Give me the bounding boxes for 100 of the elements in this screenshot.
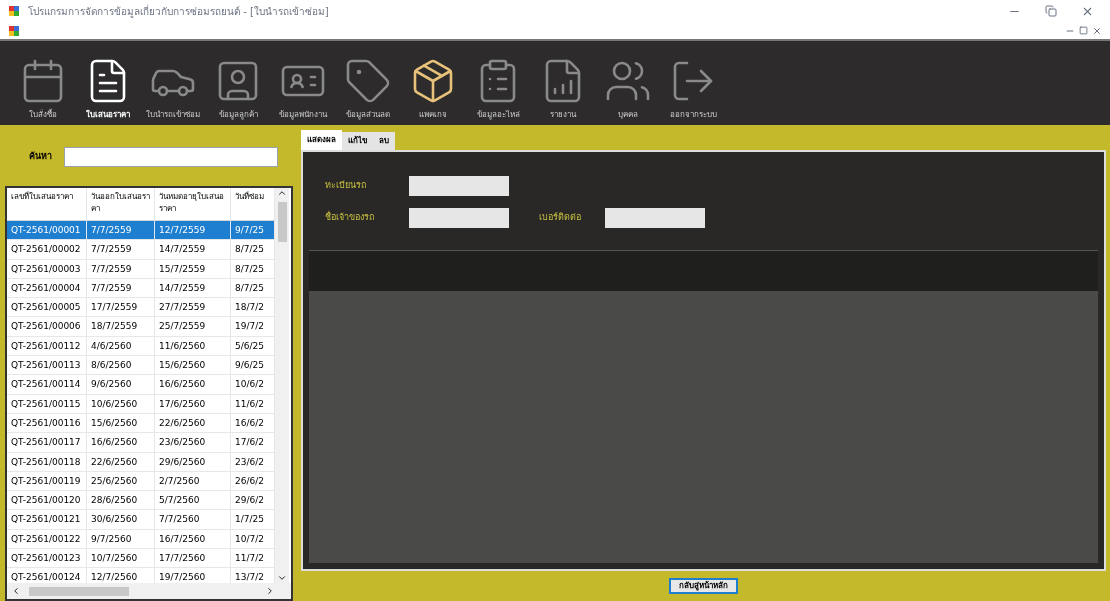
table-row[interactable]: QT-2561/00112 4/6/2560 11/6/2560 5/6/25 xyxy=(7,336,275,357)
table-cell: QT-2561/00122 xyxy=(7,529,87,549)
table-cell: QT-2561/00116 xyxy=(7,413,87,433)
table-cell: 25/6/2560 xyxy=(87,471,155,491)
table-cell: 12/7/2559 xyxy=(155,221,231,240)
toolbar-button[interactable]: ออกจากระบบ xyxy=(662,57,724,121)
table-cell: 22/6/2560 xyxy=(155,413,231,433)
table-cell: 23/6/2560 xyxy=(155,433,231,452)
table-cell: 8/6/2560 xyxy=(87,356,155,375)
restore-icon[interactable] xyxy=(1045,4,1057,17)
app-icon xyxy=(8,24,20,37)
toolbar-button[interactable]: ข้อมูลอะไหล่ xyxy=(467,57,529,121)
table-cell: 7/7/2559 xyxy=(87,259,155,278)
table-cell: 16/6/2560 xyxy=(87,433,155,452)
restore-icon[interactable] xyxy=(1079,25,1088,35)
table-cell: QT-2561/00002 xyxy=(7,240,87,259)
table-cell: 9/7/2560 xyxy=(87,529,155,549)
table-cell: 25/7/2559 xyxy=(155,317,231,336)
table-cell: 14/7/2559 xyxy=(155,240,231,259)
input-field[interactable] xyxy=(409,208,509,228)
scrollbar-thumb[interactable] xyxy=(277,202,287,242)
table-cell: QT-2561/00120 xyxy=(7,491,87,510)
field-label: ชื่อเจ้าของรถ xyxy=(325,211,375,225)
table-cell: QT-2561/00123 xyxy=(7,549,87,568)
table-cell: 14/7/2559 xyxy=(155,278,231,298)
table-cell: 22/6/2560 xyxy=(87,452,155,471)
table-row[interactable]: QT-2561/00003 7/7/2559 15/7/2559 8/7/25 xyxy=(7,259,275,279)
toolbar-button[interactable]: บุคคล xyxy=(597,57,659,121)
table-row[interactable]: QT-2561/00114 9/6/2560 16/6/2560 10/6/2 xyxy=(7,375,275,395)
table-cell: 17/7/2560 xyxy=(155,549,231,568)
input-field[interactable] xyxy=(605,208,705,228)
table-cell: 16/6/2560 xyxy=(155,375,231,394)
table-cell: QT-2561/00113 xyxy=(7,356,87,375)
table-row[interactable]: QT-2561/00001 7/7/2559 12/7/2559 9/7/25 xyxy=(7,221,275,241)
input-field[interactable] xyxy=(409,176,509,196)
table-cell: 7/7/2560 xyxy=(155,510,231,529)
table-row[interactable]: QT-2561/00116 15/6/2560 22/6/2560 16/6/2 xyxy=(7,413,275,434)
table-row[interactable]: QT-2561/00115 10/6/2560 17/6/2560 11/6/2 xyxy=(7,394,275,414)
table-cell: 4/6/2560 xyxy=(87,336,155,356)
scroll-right-icon[interactable] xyxy=(265,586,275,596)
table-cell: QT-2561/00005 xyxy=(7,298,87,317)
table-row[interactable]: QT-2561/00119 25/6/2560 2/7/2560 26/6/2 xyxy=(7,471,275,492)
table-cell: 15/7/2559 xyxy=(155,259,231,278)
table-cell: 15/6/2560 xyxy=(87,413,155,433)
tab[interactable]: แก้ไข xyxy=(342,132,373,150)
table-cell: 10/6/2560 xyxy=(87,394,155,413)
field-label: เบอร์ติดต่อ xyxy=(539,211,582,225)
table-row[interactable]: QT-2561/00117 16/6/2560 23/6/2560 17/6/2 xyxy=(7,433,275,453)
column-header[interactable]: วันออกใบเสนอราคา xyxy=(87,188,155,220)
scrollbar-thumb[interactable] xyxy=(29,586,129,596)
table-cell: 16/7/2560 xyxy=(155,529,231,549)
toolbar-button[interactable]: ข้อมูลพนักงาน xyxy=(272,57,334,121)
table-row[interactable]: QT-2561/00123 10/7/2560 17/7/2560 11/7/2 xyxy=(7,549,275,569)
toolbar-button[interactable]: รายงาน xyxy=(532,57,594,121)
column-header[interactable]: เลขที่ใบเสนอราคา xyxy=(7,188,87,220)
table-cell: 17/6/2560 xyxy=(155,394,231,413)
table-cell: QT-2561/00118 xyxy=(7,452,87,471)
search-label: ค้นหา xyxy=(29,150,52,164)
scroll-down-icon[interactable] xyxy=(277,573,287,583)
search-field[interactable] xyxy=(64,147,278,167)
toolbar-button[interactable]: แพคเกจ xyxy=(402,57,464,121)
table-cell: QT-2561/00121 xyxy=(7,510,87,529)
tab[interactable]: ลบ xyxy=(373,132,395,150)
table-row[interactable]: QT-2561/00113 8/6/2560 15/6/2560 9/6/25 xyxy=(7,356,275,376)
table-cell: 30/6/2560 xyxy=(87,510,155,529)
column-header[interactable]: วันหมดอายุใบเสนอราคา xyxy=(155,188,231,220)
table-row[interactable]: QT-2561/00002 7/7/2559 14/7/2559 8/7/25 xyxy=(7,240,275,260)
table-cell: 18/7/2559 xyxy=(87,317,155,336)
toolbar-button[interactable]: ใบเสนอราคา xyxy=(77,57,139,121)
table-cell: QT-2561/00117 xyxy=(7,433,87,452)
toolbar-button[interactable]: ใบสั่งซื้อ xyxy=(12,57,74,121)
table-cell: 7/7/2559 xyxy=(87,221,155,240)
field-label: ทะเบียนรถ xyxy=(325,179,367,193)
tab[interactable]: แสดงผล xyxy=(301,130,342,150)
table-cell: 15/6/2560 xyxy=(155,356,231,375)
table-cell: 27/7/2559 xyxy=(155,298,231,317)
toolbar-button[interactable]: ใบนำรถเข้าซ่อม xyxy=(142,57,204,121)
tag-icon xyxy=(344,57,392,105)
table-row[interactable]: QT-2561/00004 7/7/2559 14/7/2559 8/7/25 xyxy=(7,278,275,299)
table-cell: 7/7/2559 xyxy=(87,278,155,298)
table-row[interactable]: QT-2561/00118 22/6/2560 29/6/2560 23/6/2 xyxy=(7,452,275,472)
toolbar-button[interactable]: ข้อมูลลูกค้า xyxy=(207,57,269,121)
table-cell: QT-2561/00001 xyxy=(7,221,87,240)
table-row[interactable]: QT-2561/00005 17/7/2559 27/7/2559 18/7/2 xyxy=(7,298,275,318)
table-cell: 2/7/2560 xyxy=(155,471,231,491)
table-cell: QT-2561/00115 xyxy=(7,394,87,413)
table-row[interactable]: QT-2561/00121 30/6/2560 7/7/2560 1/7/25 xyxy=(7,510,275,530)
table-row[interactable]: QT-2561/00006 18/7/2559 25/7/2559 19/7/2 xyxy=(7,317,275,337)
close-icon[interactable] xyxy=(1092,25,1102,36)
table-row[interactable]: QT-2561/00122 9/7/2560 16/7/2560 10/7/2 xyxy=(7,529,275,550)
scroll-up-icon[interactable] xyxy=(277,188,287,198)
table-cell: QT-2561/00119 xyxy=(7,471,87,491)
table-cell: 17/7/2559 xyxy=(87,298,155,317)
back-button[interactable]: กลับสู่หน้าหลัก xyxy=(669,578,738,594)
table-cell: 9/6/2560 xyxy=(87,375,155,394)
table-cell: 28/6/2560 xyxy=(87,491,155,510)
toolbar-button[interactable]: ข้อมูลส่วนลด xyxy=(337,57,399,121)
scroll-left-icon[interactable] xyxy=(11,586,21,596)
table-cell: QT-2561/00112 xyxy=(7,336,87,356)
table-row[interactable]: QT-2561/00120 28/6/2560 5/7/2560 29/6/2 xyxy=(7,491,275,511)
